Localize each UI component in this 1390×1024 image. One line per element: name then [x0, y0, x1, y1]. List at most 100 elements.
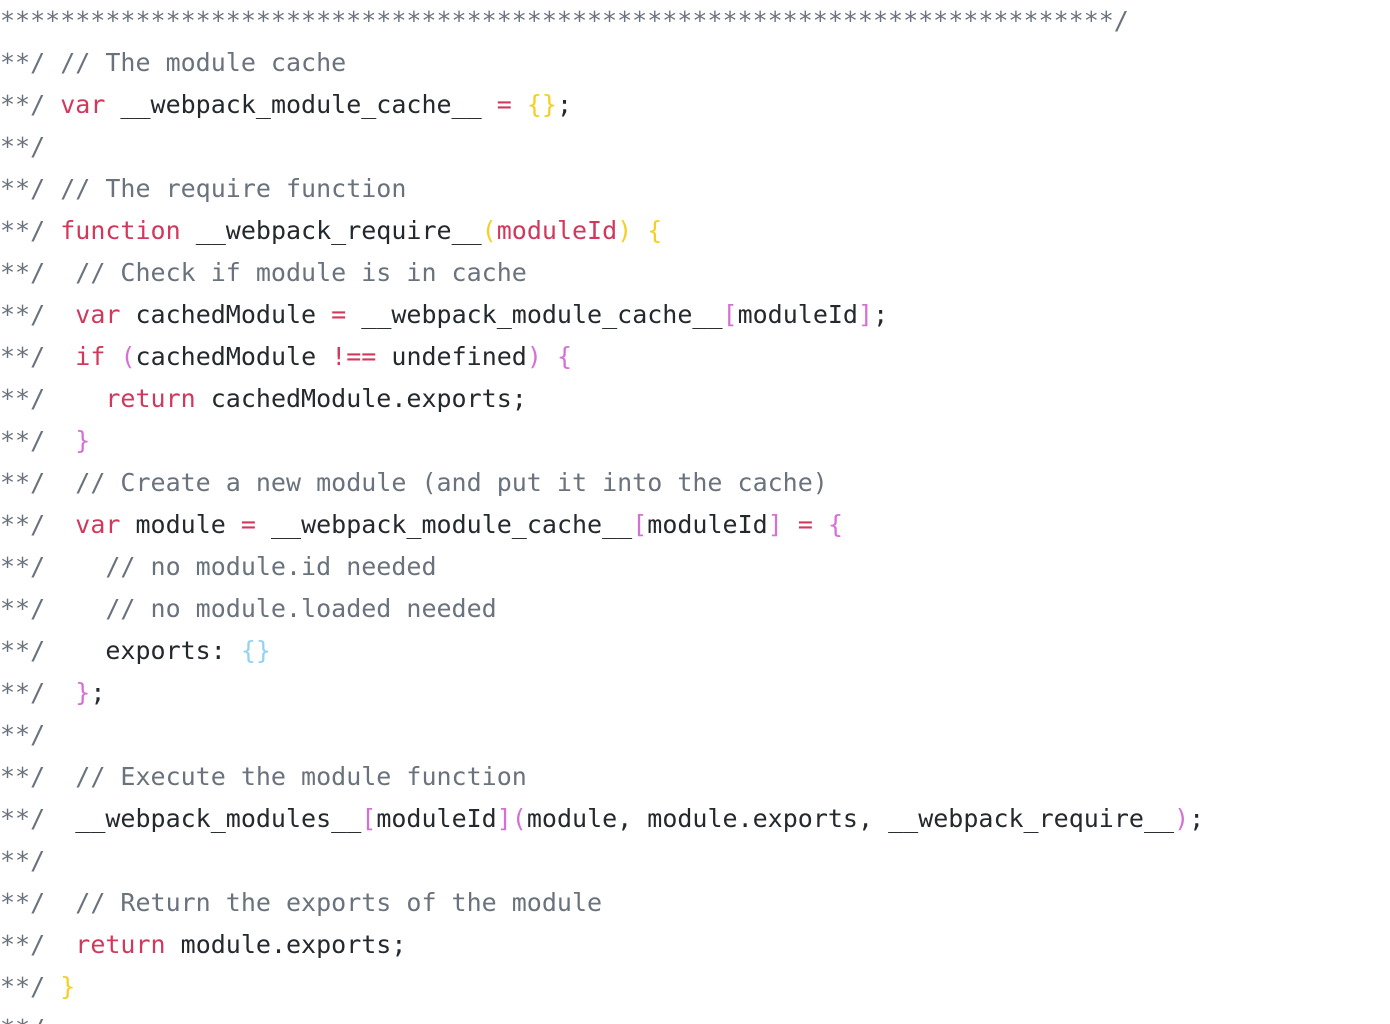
code-line[interactable]: ****************************************… — [0, 0, 1390, 42]
code-line[interactable]: **/ // The require function — [0, 168, 1390, 210]
code-token: **/ — [0, 720, 46, 749]
code-content: ****************************************… — [0, 0, 1390, 1024]
code-line[interactable]: **/ // Check if module is in cache — [0, 252, 1390, 294]
code-line[interactable]: **/ exports: {} — [0, 630, 1390, 672]
code-token: ( — [120, 342, 136, 371]
code-token: // Return the exports of the module — [60, 888, 603, 917]
code-token: = — [240, 510, 256, 539]
code-line[interactable]: **/ return cachedModule.exports; — [0, 378, 1390, 420]
code-line[interactable]: **/ // no module.id needed — [0, 546, 1390, 588]
code-token: **/ — [0, 972, 61, 1001]
code-token: ) — [1174, 804, 1190, 833]
code-token: cachedModule — [135, 342, 332, 371]
code-token: {} — [526, 90, 557, 119]
code-token: ] — [767, 510, 783, 539]
code-line[interactable]: **/ // no module.loaded needed — [0, 588, 1390, 630]
code-token: { — [647, 216, 663, 245]
code-line[interactable]: **/ — [0, 1008, 1390, 1024]
code-token: **/ — [0, 174, 61, 203]
code-token: cachedModule.exports; — [195, 384, 527, 413]
code-token: **/ — [0, 762, 61, 791]
code-line[interactable]: **/ if (cachedModule !== undefined) { — [0, 336, 1390, 378]
code-token: ; — [873, 300, 889, 329]
code-line[interactable]: **/ } — [0, 420, 1390, 462]
code-token: // The module cache — [60, 48, 347, 77]
code-line[interactable]: **/ var cachedModule = __webpack_module_… — [0, 294, 1390, 336]
code-token: ] — [858, 300, 874, 329]
code-token: moduleId — [496, 216, 618, 245]
code-line[interactable]: **/ — [0, 714, 1390, 756]
code-line[interactable]: **/ function __webpack_require__(moduleI… — [0, 210, 1390, 252]
code-line[interactable]: **/ }; — [0, 672, 1390, 714]
code-token: // no module.loaded needed — [60, 594, 497, 623]
code-token: { — [827, 510, 844, 539]
code-token: moduleId — [737, 300, 858, 329]
code-token: **/ — [0, 1014, 45, 1024]
code-line[interactable]: **/ — [0, 126, 1390, 168]
code-token: exports: — [60, 636, 241, 665]
code-token: **/ — [0, 48, 61, 77]
code-token: ; — [90, 678, 106, 707]
code-editor-viewport[interactable]: ****************************************… — [0, 0, 1390, 1024]
code-line[interactable]: **/ return module.exports; — [0, 924, 1390, 966]
code-line[interactable]: **/ var __webpack_module_cache__ = {}; — [0, 84, 1390, 126]
code-token: ( — [481, 216, 497, 245]
code-line[interactable]: **/ // Create a new module (and put it i… — [0, 462, 1390, 504]
code-token: module, module.exports, __webpack_requir… — [526, 804, 1175, 833]
code-token: ) — [617, 216, 633, 245]
code-token: [ — [361, 804, 377, 833]
code-token: ] — [496, 804, 512, 833]
code-token: __webpack_module_cache__ — [346, 300, 723, 329]
code-token: **/ — [0, 888, 61, 917]
code-token: { — [556, 342, 573, 371]
code-line[interactable]: **/ var module = __webpack_module_cache_… — [0, 504, 1390, 546]
code-token: ) — [526, 342, 542, 371]
code-token: **/ — [0, 510, 61, 539]
code-token: return — [105, 384, 196, 413]
code-token: function — [60, 216, 181, 245]
code-line[interactable]: **/ — [0, 840, 1390, 882]
code-token: __webpack_module_cache__ — [105, 90, 497, 119]
code-token: [ — [722, 300, 738, 329]
code-line[interactable]: **/ // Execute the module function — [0, 756, 1390, 798]
code-token: **/ — [0, 846, 46, 875]
code-token: ****************************************… — [0, 6, 1114, 35]
code-token: return — [75, 930, 166, 959]
code-line[interactable]: **/ // The module cache — [0, 42, 1390, 84]
code-token: **/ — [0, 90, 61, 119]
code-token: **/ — [0, 594, 61, 623]
code-token: // Create a new module (and put it into … — [60, 468, 828, 497]
code-token: **/ — [0, 426, 61, 455]
code-line[interactable]: **/ __webpack_modules__[moduleId](module… — [0, 798, 1390, 840]
code-token: undefined — [376, 342, 527, 371]
code-token: [ — [632, 510, 648, 539]
code-token: // Check if module is in cache — [60, 258, 527, 287]
code-token: moduleId — [376, 804, 497, 833]
code-token: !== — [331, 342, 377, 371]
code-token: **/ — [0, 258, 61, 287]
code-token: // Execute the module function — [60, 762, 527, 791]
code-token: module — [120, 510, 241, 539]
code-token: } — [60, 972, 76, 1001]
code-token: module.exports; — [165, 930, 407, 959]
code-line[interactable]: **/ } — [0, 966, 1390, 1008]
code-token: **/ — [0, 636, 61, 665]
code-token: cachedModule — [120, 300, 332, 329]
code-line[interactable]: **/ // Return the exports of the module — [0, 882, 1390, 924]
code-token: / — [1113, 6, 1129, 35]
code-token: moduleId — [647, 510, 768, 539]
code-token: if — [75, 342, 106, 371]
code-token: var — [75, 300, 121, 329]
code-token: var — [60, 90, 106, 119]
code-token: ( — [511, 804, 527, 833]
